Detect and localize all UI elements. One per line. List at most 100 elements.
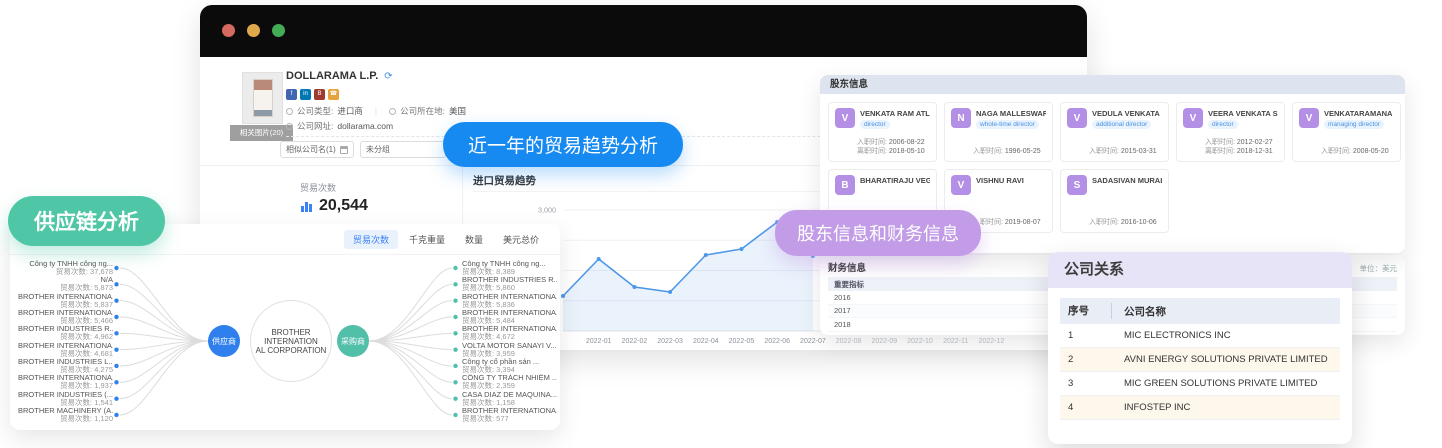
shareholder-name: SADASIVAN MURALIKR... (1092, 176, 1162, 185)
relation-row[interactable]: 2 AVNI ENERGY SOLUTIONS PRIVATE LIMITED (1060, 348, 1340, 372)
hire-date: 入职时间: 2019-08-07 (973, 219, 1041, 226)
shareholder-info: SADASIVAN MURALIKR... (1092, 175, 1162, 195)
shareholder-info: VENKATARAMANA MAG... managing director (1324, 108, 1394, 129)
supplier-item[interactable]: BROTHER MACHINERY (A... 贸易次数: 1,120 (18, 407, 113, 423)
shareholder-header: V VEDULA VENKATA RAM... additional directo… (1067, 108, 1162, 129)
facebook-icon[interactable]: f (286, 89, 297, 100)
position-badge: additional director (1092, 120, 1152, 129)
buyer-item[interactable]: BROTHER INTERNATIONA... 贸易次数: 5,836 (462, 293, 557, 309)
relation-row[interactable]: 4 INFOSTEP INC (1060, 396, 1340, 420)
avatar: B (835, 175, 855, 195)
trend-chart-title: 进口贸易趋势 (473, 175, 536, 187)
buyer-node[interactable]: 采购商 (337, 325, 369, 357)
hire-date: 入职时间: 2016-10-06 (1089, 219, 1157, 226)
buyer-item[interactable]: BROTHER INDUSTRIES R... 贸易次数: 5,860 (462, 276, 557, 292)
company-type-icon (286, 107, 293, 115)
supplier-item[interactable]: BROTHER INTERNATIONA... 贸易次数: 5,837 (18, 293, 113, 309)
buyer-item[interactable]: Công ty TNHH công ng... 贸易次数: 8,389 (462, 260, 557, 276)
supplier-item[interactable]: BROTHER INTERNATIONA... 贸易次数: 5,466 (18, 309, 113, 325)
tenure-dates: 入职时间: 1996-05-25 (951, 147, 1046, 156)
supplier-item[interactable]: BROTHER INTERNATIONA... 贸易次数: 4,681 (18, 342, 113, 358)
buyer-item[interactable]: VOLTA MOTOR SANAYİ V... 贸易次数: 3,959 (462, 342, 557, 358)
shareholder-info: BHARATIRAJU VEGIRAJU (860, 175, 930, 195)
shareholder-card[interactable]: N NAGA MALLESWARA R... whole-time director… (944, 102, 1053, 162)
financial-unit-label: 单位：美元 (1359, 264, 1398, 273)
group-select[interactable]: 未分组 (360, 141, 446, 158)
shareholder-card[interactable]: V VENKATA RAM ATLURI director 入职时间: 2006-08… (828, 102, 937, 162)
relation-index: 4 (1068, 402, 1074, 413)
avatar: S (1067, 175, 1087, 195)
tenure-dates: 入职时间: 2015-03-31 (1067, 147, 1162, 156)
partner-trade-count: 贸易次数: 4,275 (60, 364, 113, 374)
position-badge: director (860, 120, 890, 129)
company-product-image[interactable] (242, 72, 283, 124)
supplier-item[interactable]: BROTHER INDUSTRIES (... 贸易次数: 1,541 (18, 391, 113, 407)
partner-trade-count: 贸易次数: 5,860 (462, 283, 515, 293)
shareholder-header: N NAGA MALLESWARA R... whole-time director (951, 108, 1046, 129)
company-name: DOLLARAMA L.P. ⟳ (286, 70, 393, 82)
relations-card-title: 公司关系 (1048, 252, 1352, 288)
related-images-caption[interactable]: 相关图片(20) (230, 125, 293, 141)
maximize-window-button[interactable] (272, 24, 285, 37)
shareholder-header: V VENKATA RAM ATLURI director (835, 108, 930, 129)
shareholder-card[interactable]: V VENKATARAMANA MAG... managing director 入职… (1292, 102, 1401, 162)
buyer-item[interactable]: Công ty cổ phần sản ... 贸易次数: 3,394 (462, 358, 557, 374)
hire-date: 入职时间: 1996-05-25 (973, 148, 1041, 155)
shareholder-header: S SADASIVAN MURALIKR... (1067, 175, 1162, 195)
hire-date: 入职时间: 2015-03-31 (1089, 148, 1157, 155)
linkedin-icon[interactable]: in (300, 89, 311, 100)
buyer-item[interactable]: BROTHER INTERNATIONA... 贸易次数: 5,484 (462, 309, 557, 325)
position-badge: whole-time director (976, 120, 1039, 129)
supplier-item[interactable]: BROTHER INTERNATIONA... 贸易次数: 1,937 (18, 374, 113, 390)
tenure-dates: 入职时间: 2006-08-22 离职时间: 2018-05-10 (835, 138, 930, 156)
shareholder-card[interactable]: S SADASIVAN MURALIKR... 入职时间: 2016-10-06 (1060, 169, 1169, 233)
partner-trade-count: 贸易次数: 5,466 (60, 315, 113, 325)
supplier-node[interactable]: 供应商 (208, 325, 240, 357)
buyer-item[interactable]: CASA DIAZ DE MAQUINA... 贸易次数: 1,158 (462, 391, 557, 407)
shareholder-card[interactable]: V VEERA VENKATA SATYA... director 入职时间: 201… (1176, 102, 1285, 162)
bar-chart-icon (301, 201, 312, 212)
supplier-item[interactable]: BROTHER INDUSTRIES L... 贸易次数: 4,275 (18, 358, 113, 374)
svg-text:2022-11: 2022-11 (943, 338, 968, 345)
tenure-dates: 入职时间: 2012-02-27 离职时间: 2018-12-31 (1183, 138, 1278, 156)
shareholder-info: VEERA VENKATA SATYA... director (1208, 108, 1278, 129)
close-window-button[interactable] (222, 24, 235, 37)
supplier-item[interactable]: BROTHER INDUSTRIES R... 贸易次数: 4,962 (18, 325, 113, 341)
similar-company-select[interactable]: 相似公司名(1) (280, 141, 354, 158)
leave-date: 离职时间: 2018-05-10 (857, 148, 925, 155)
avatar: V (1183, 108, 1203, 128)
shareholder-card-title: 股东信息 (820, 75, 1405, 94)
company-location-value: 美国 (448, 106, 466, 116)
hire-date: 入职时间: 2008-05-20 (1321, 148, 1389, 155)
company-website-value[interactable]: dollarama.com (337, 121, 393, 131)
relation-company-name: INFOSTEP INC (1124, 402, 1191, 413)
shareholder-name: VISHNU RAVI (976, 176, 1024, 185)
social-icons: f in B ☎ (286, 89, 339, 100)
minimize-window-button[interactable] (247, 24, 260, 37)
center-company-node[interactable]: BROTHER INTERNATION AL CORPORATION (250, 300, 332, 382)
svg-text:2022-08: 2022-08 (836, 338, 862, 345)
buyer-item[interactable]: CÔNG TY TRÁCH NHIỆM ... 贸易次数: 2,359 (462, 374, 557, 390)
shareholder-name: BHARATIRAJU VEGIRAJU (860, 176, 930, 185)
tenure-dates: 入职时间: 2016-10-06 (1067, 218, 1162, 227)
company-type-line: 公司类型: 进口商 | 公司所在地: 美国 (286, 105, 466, 117)
supplier-item[interactable]: Công ty TNHH công ng... 贸易次数: 37,678 (18, 260, 113, 276)
buyer-item[interactable]: BROTHER INTERNATIONA... 贸易次数: 4,672 (462, 325, 557, 341)
partner-trade-count: 贸易次数: 5,873 (60, 283, 113, 293)
relation-index: 1 (1068, 330, 1074, 341)
supplier-item[interactable]: N/A 贸易次数: 5,873 (18, 276, 113, 292)
buyer-item[interactable]: BROTHER INTERNATIONA... 贸易次数: 577 (462, 407, 557, 423)
supply-chain-card: 贸易次数 千克重量 数量 美元总价 Công ty TNHH công ng... 贸易… (10, 224, 560, 430)
refresh-icon[interactable]: ⟳ (384, 71, 392, 82)
phone-icon[interactable]: ☎ (328, 89, 339, 100)
shareholder-header: B BHARATIRAJU VEGIRAJU (835, 175, 930, 195)
relation-row[interactable]: 3 MIC GREEN SOLUTIONS PRIVATE LIMITED (1060, 372, 1340, 396)
avatar: V (835, 108, 855, 128)
trade-count-stat: 20,544 (300, 197, 368, 215)
blog-icon[interactable]: B (314, 89, 325, 100)
shareholder-card[interactable]: V VEDULA VENKATA RAM... additional directo… (1060, 102, 1169, 162)
svg-text:3,000: 3,000 (538, 206, 556, 215)
relation-index: 2 (1068, 354, 1074, 365)
partner-trade-count: 贸易次数: 577 (462, 413, 509, 423)
relation-row[interactable]: 1 MIC ELECTRONICS INC (1060, 324, 1340, 348)
